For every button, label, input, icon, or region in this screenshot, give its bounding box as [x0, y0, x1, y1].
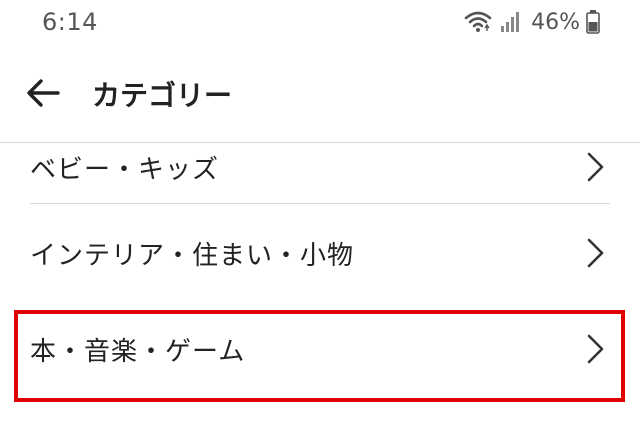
category-item-interior[interactable]: インテリア・住まい・小物 — [30, 204, 610, 302]
chevron-right-icon — [587, 334, 604, 364]
category-list: ベビー・キッズ インテリア・住まい・小物 本・音楽・ゲーム — [0, 143, 640, 396]
category-label: インテリア・住まい・小物 — [30, 240, 355, 271]
battery-percentage: 46% — [531, 9, 580, 35]
status-bar: 6:14 46% — [0, 0, 640, 44]
page-title: カテゴリー — [92, 79, 233, 112]
battery-icon — [586, 10, 600, 34]
wifi-icon — [463, 10, 493, 34]
category-item-baby-kids[interactable]: ベビー・キッズ — [30, 131, 610, 204]
back-button[interactable] — [22, 72, 64, 114]
category-label: 本・音楽・ゲーム — [30, 336, 246, 367]
chevron-right-icon — [587, 152, 604, 182]
screen: 6:14 46% カテゴリー ベビー・キッズ インテリア・住まい・小物 本・音楽… — [0, 0, 640, 421]
category-item-books-music-games[interactable]: 本・音楽・ゲーム — [30, 302, 610, 396]
status-icons: 46% — [463, 8, 600, 36]
app-bar: カテゴリー — [0, 44, 640, 143]
arrow-left-icon — [27, 79, 60, 107]
category-label: ベビー・キッズ — [30, 154, 220, 185]
chevron-right-icon — [587, 238, 604, 268]
status-time: 6:14 — [42, 8, 98, 36]
signal-icon — [499, 10, 521, 34]
